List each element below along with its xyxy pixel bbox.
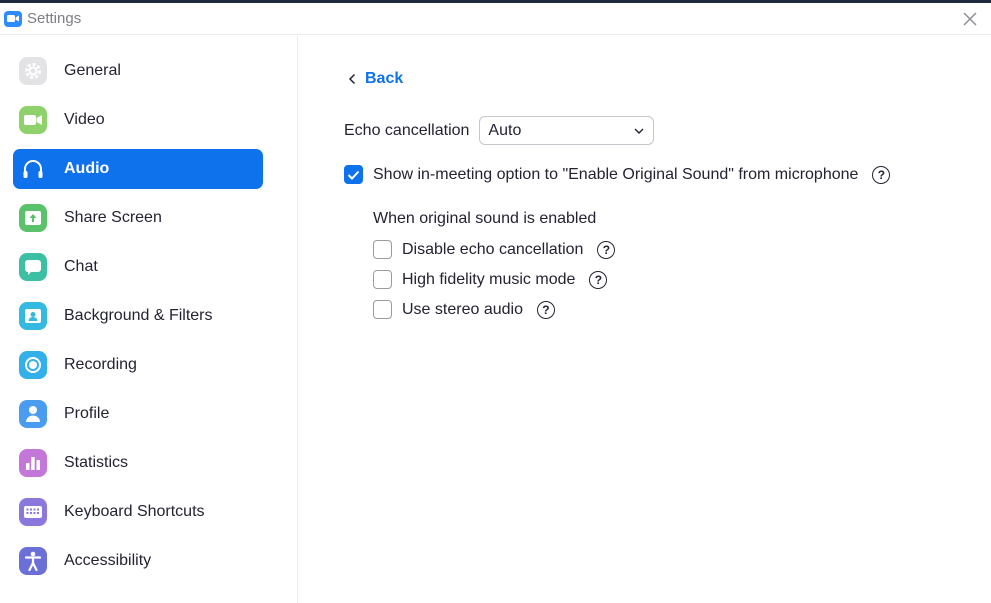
- dropdown-value: Auto: [488, 121, 522, 139]
- high-fidelity-music-mode-option[interactable]: High fidelity music mode ?: [373, 270, 608, 289]
- headphones-icon: [19, 155, 47, 183]
- back-label: Back: [365, 70, 404, 87]
- disable-echo-cancellation-option[interactable]: Disable echo cancellation ?: [373, 240, 616, 259]
- help-icon[interactable]: ?: [597, 240, 616, 259]
- sidebar-item-label: Keyboard Shortcuts: [64, 503, 205, 520]
- echo-cancellation-dropdown[interactable]: Auto: [479, 116, 655, 145]
- close-button[interactable]: [961, 10, 979, 28]
- sidebar-item-audio[interactable]: Audio: [13, 149, 263, 189]
- back-button[interactable]: Back: [348, 70, 403, 88]
- sidebar-item-label: Statistics: [64, 454, 129, 471]
- sidebar-item-recording[interactable]: Recording: [13, 345, 263, 385]
- use-stereo-audio-label: Use stereo audio: [402, 300, 523, 318]
- sidebar-item-video[interactable]: Video: [13, 100, 263, 140]
- keyboard-icon: [19, 498, 47, 526]
- window-title: Settings: [27, 10, 82, 27]
- audio-settings-panel: Back Echo cancellation Auto Show in-meet…: [299, 36, 991, 603]
- recording-icon: [19, 351, 47, 379]
- share-screen-icon: [19, 204, 47, 232]
- chat-icon: [19, 253, 47, 281]
- sidebar-item-background-filters[interactable]: Background & Filters: [13, 296, 263, 336]
- use-stereo-audio-checkbox[interactable]: [373, 300, 392, 319]
- statistics-icon: [19, 449, 47, 477]
- sidebar-item-label: Accessibility: [64, 552, 152, 569]
- video-camera-icon: [19, 106, 47, 134]
- sidebar-item-keyboard-shortcuts[interactable]: Keyboard Shortcuts: [13, 492, 263, 532]
- sidebar-item-general[interactable]: General: [13, 51, 263, 91]
- accessibility-icon: [19, 547, 47, 575]
- disable-echo-cancellation-label: Disable echo cancellation: [402, 240, 584, 258]
- original-sound-option[interactable]: Show in-meeting option to "Enable Origin…: [344, 165, 891, 184]
- sidebar-item-label: Share Screen: [64, 209, 162, 226]
- echo-cancellation-row: Echo cancellation Auto: [344, 116, 655, 145]
- close-icon: [963, 12, 977, 26]
- help-icon[interactable]: ?: [589, 270, 608, 289]
- sidebar-item-label: Audio: [64, 160, 110, 177]
- sidebar-item-chat[interactable]: Chat: [13, 247, 263, 287]
- sidebar-item-share-screen[interactable]: Share Screen: [13, 198, 263, 238]
- sidebar-item-label: Chat: [64, 258, 98, 275]
- use-stereo-audio-option[interactable]: Use stereo audio ?: [373, 300, 555, 319]
- profile-icon: [19, 400, 47, 428]
- sidebar-item-statistics[interactable]: Statistics: [13, 443, 263, 483]
- sidebar-item-label: Profile: [64, 405, 110, 422]
- zoom-app-icon: [4, 10, 22, 27]
- checkmark-icon: [347, 170, 360, 180]
- sidebar-item-label: Background & Filters: [64, 307, 213, 324]
- disable-echo-cancellation-checkbox[interactable]: [373, 240, 392, 259]
- high-fidelity-music-mode-label: High fidelity music mode: [402, 270, 576, 288]
- sidebar-item-label: General: [64, 62, 121, 79]
- help-icon[interactable]: ?: [536, 300, 555, 319]
- sidebar-item-label: Recording: [64, 356, 137, 373]
- original-sound-label: Show in-meeting option to "Enable Origin…: [373, 165, 859, 183]
- chevron-down-icon: [634, 128, 644, 134]
- original-sound-subheading: When original sound is enabled: [373, 210, 597, 227]
- settings-sidebar: General Video Audio Share Screen Chat Ba…: [0, 36, 298, 603]
- sidebar-item-label: Video: [64, 111, 105, 128]
- gear-icon: [19, 57, 47, 85]
- echo-cancellation-label: Echo cancellation: [344, 121, 470, 139]
- chevron-left-icon: [348, 73, 356, 85]
- sidebar-item-accessibility[interactable]: Accessibility: [13, 541, 263, 581]
- background-icon: [19, 302, 47, 330]
- title-bar: Settings: [0, 3, 991, 35]
- high-fidelity-music-mode-checkbox[interactable]: [373, 270, 392, 289]
- original-sound-checkbox[interactable]: [344, 165, 363, 184]
- sidebar-item-profile[interactable]: Profile: [13, 394, 263, 434]
- help-icon[interactable]: ?: [872, 165, 891, 184]
